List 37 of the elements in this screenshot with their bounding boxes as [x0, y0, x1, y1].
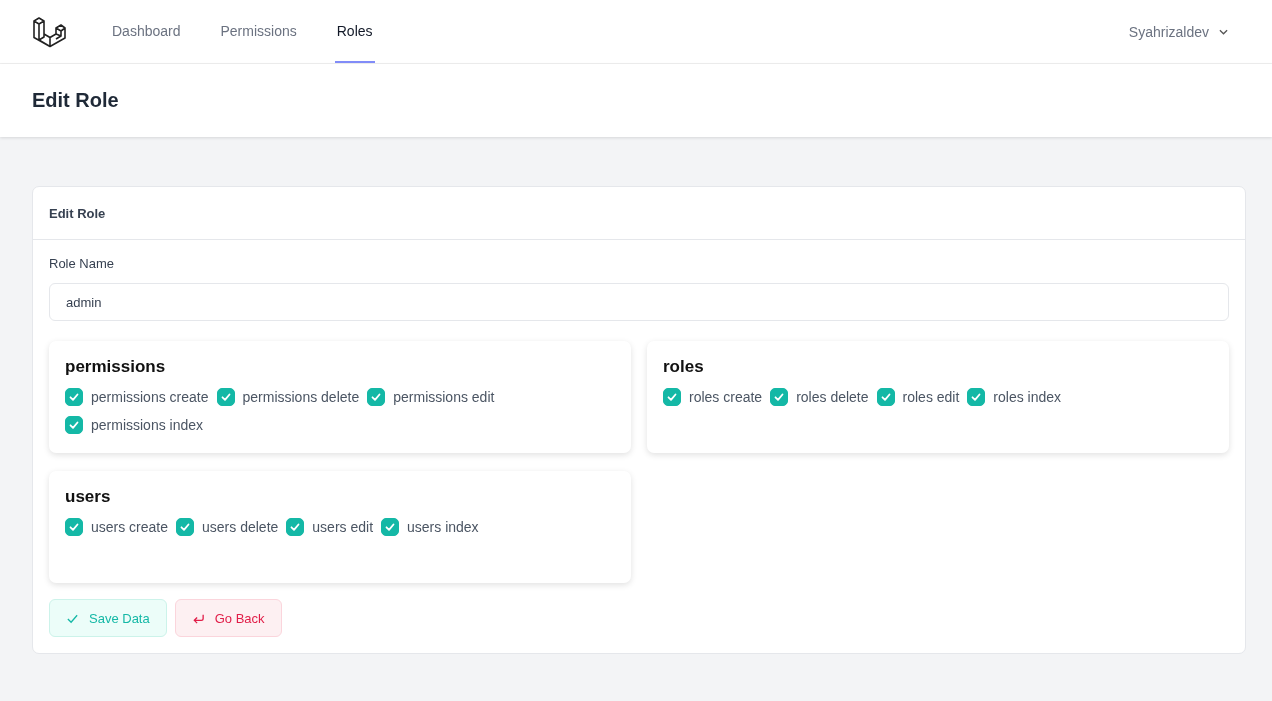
checkbox-label: permissions edit [393, 389, 495, 405]
checkbox[interactable] [216, 388, 235, 406]
user-menu[interactable]: Syahrizaldev [1128, 0, 1240, 63]
checkbox-label: users create [91, 519, 169, 535]
checkbox[interactable] [286, 518, 305, 536]
checkbox-label: roles create [689, 389, 763, 405]
checkbox-label: roles delete [796, 389, 869, 405]
group-title: users [65, 487, 112, 507]
field-label: Role Name [49, 256, 116, 271]
input-field[interactable]: admin [49, 283, 1229, 321]
checkbox-label: roles edit [902, 389, 960, 405]
checkbox[interactable] [65, 388, 83, 406]
checkbox[interactable] [367, 388, 386, 406]
checkbox[interactable] [663, 388, 681, 406]
page-title: Edit Role [32, 89, 119, 112]
checkbox-label: roles index [993, 389, 1062, 405]
checkbox[interactable] [770, 388, 789, 406]
checkbox[interactable] [967, 388, 986, 406]
checkbox[interactable] [65, 416, 83, 434]
logo-icon[interactable] [32, 14, 66, 49]
checkbox-label: users delete [202, 519, 279, 535]
checkbox[interactable] [176, 518, 195, 536]
checkbox-label: permissions delete [242, 389, 360, 405]
checkbox[interactable] [381, 518, 400, 536]
checkbox[interactable] [65, 518, 83, 536]
checkbox-label: permissions index [91, 417, 204, 433]
nav-link[interactable]: Dashboard [110, 0, 183, 63]
group-title: roles [663, 357, 705, 377]
nav-link[interactable]: Permissions [218, 0, 299, 63]
checkbox-label: users edit [312, 519, 374, 535]
group-title: permissions [65, 357, 167, 377]
card-title: Edit Role [49, 205, 106, 221]
checkbox[interactable] [876, 388, 895, 406]
checkbox-label: users index [407, 519, 479, 535]
chevron-down-icon [1219, 28, 1228, 35]
checkbox-label: permissions create [91, 389, 209, 405]
back-button[interactable]: Go Back [174, 599, 282, 637]
